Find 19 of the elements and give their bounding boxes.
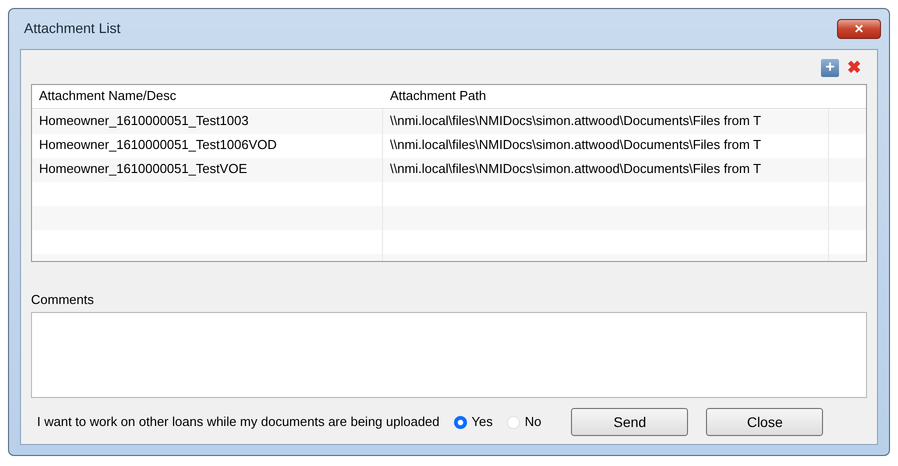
table-cell-text: \\nmi.local\files\NMIDocs\simon.attwood\Documents\Files from T: [389, 136, 762, 154]
comments-field[interactable]: [31, 312, 867, 398]
comments-label: Comments: [31, 290, 95, 308]
table-cell-text: Homeowner_1610000051_TestVOE: [38, 160, 248, 178]
dialog-button[interactable]: Send: [571, 408, 688, 436]
table-cell-text: Homeowner_1610000051_Test1003: [38, 112, 250, 130]
table-cell-text: Homeowner_1610000051_Test1006VOD: [38, 136, 278, 154]
table-cell-text: \\nmi.local\files\NMIDocs\simon.attwood\Documents\Files from T: [389, 112, 762, 130]
window-title: Attachment List: [24, 19, 120, 38]
question-text: I want to work on other loans while my documents are being uploaded: [37, 413, 440, 432]
column-header[interactable]: Attachment Path: [382, 84, 828, 108]
remove-button[interactable]: ✖: [845, 58, 863, 76]
close-button[interactable]: ✕: [837, 18, 881, 39]
table-cell-text: \\nmi.local\files\NMIDocs\simon.attwood\Documents\Files from T: [389, 160, 762, 178]
column-header[interactable]: Attachment Name/Desc: [32, 86, 382, 106]
dialog-button[interactable]: Close: [706, 408, 824, 436]
radio-label: No: [524, 413, 542, 432]
radio-button[interactable]: [454, 416, 467, 428]
radio-label: Yes: [472, 413, 493, 432]
